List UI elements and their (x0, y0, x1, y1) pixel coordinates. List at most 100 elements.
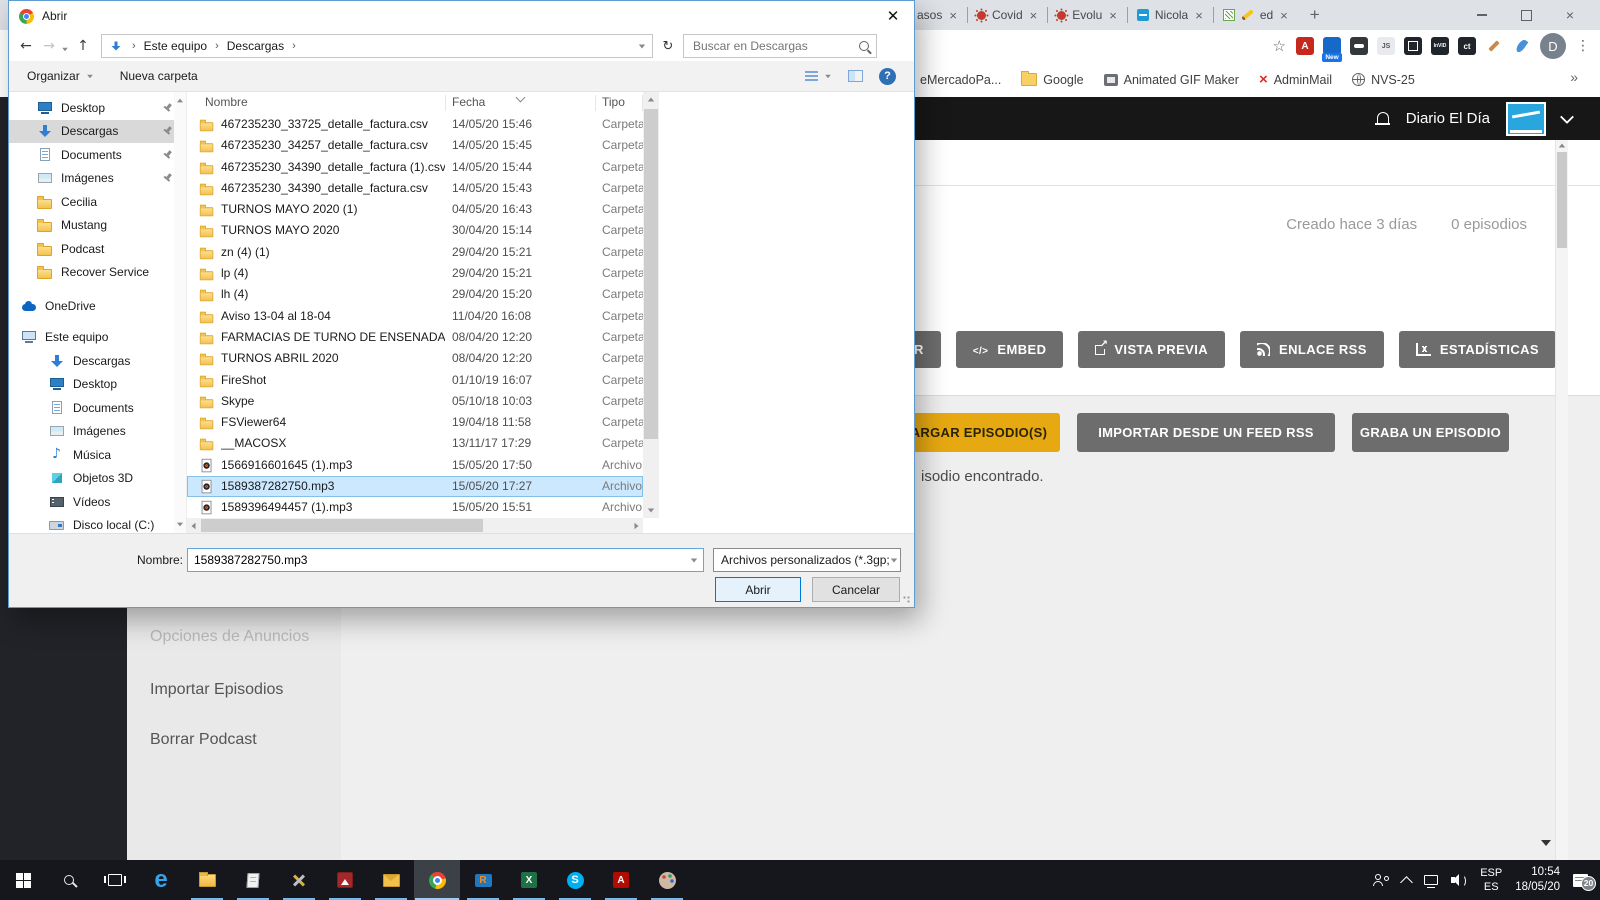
screenshot-extension-icon[interactable] (1404, 37, 1422, 55)
tab-close-icon[interactable]: × (1194, 8, 1204, 23)
refresh-icon[interactable]: ↻ (658, 39, 678, 54)
people-icon[interactable] (1372, 874, 1389, 886)
breadcrumb-current[interactable]: Descargas (227, 39, 284, 53)
chevron-down-icon[interactable] (691, 558, 697, 562)
podcast-sidebar-item-opciones-de-anuncios[interactable]: Opciones de Anuncios (150, 628, 309, 646)
filename-input[interactable] (188, 553, 690, 567)
import-rss-button[interactable]: IMPORTAR DESDE UN FEED RSS (1077, 413, 1335, 452)
file-row[interactable]: 467235230_34390_detalle_factura.csv14/05… (187, 178, 643, 199)
new-folder-button[interactable]: Nueva carpeta (120, 69, 198, 83)
file-row[interactable]: 467235230_34390_detalle_factura (1).csv1… (187, 157, 643, 178)
taskbar-search-icon[interactable] (46, 860, 92, 900)
sidebar-item-onedrive[interactable]: OneDrive (9, 294, 186, 318)
minimize-button[interactable] (1460, 0, 1504, 30)
hscrollbar-thumb[interactable] (201, 519, 483, 532)
column-separator[interactable] (445, 95, 446, 111)
tab-close-icon[interactable]: × (948, 8, 958, 23)
file-row[interactable]: TURNOS MAYO 2020 (1)04/05/20 16:43Carpet… (187, 199, 643, 220)
bookmark-nvs-25[interactable]: NVS-25 (1352, 73, 1415, 87)
browser-tab-asos[interactable]: asos× (908, 0, 967, 30)
sidebar-item-m-sica[interactable]: Música (9, 443, 186, 467)
page-scrollbar[interactable] (1555, 140, 1568, 860)
feather-extension-icon[interactable] (1512, 37, 1530, 55)
browser-tab-ed[interactable]: ed× (1214, 0, 1298, 30)
bookmark-google[interactable]: Google (1021, 73, 1083, 87)
record-episode-button[interactable]: GRABA UN EPISODIO (1352, 413, 1509, 452)
network-icon[interactable] (1424, 875, 1438, 885)
adobe-pdf-extension-icon[interactable] (1296, 37, 1314, 55)
scroll-left-icon[interactable] (192, 523, 196, 529)
js-extension-icon[interactable] (1377, 37, 1395, 55)
bookmark-emercadopa[interactable]: eMercadoPa... (920, 73, 1001, 87)
sidebar-item-recover-service[interactable]: Recover Service (9, 261, 186, 285)
search-input[interactable] (691, 38, 853, 54)
file-list-vscrollbar[interactable] (643, 92, 659, 518)
file-row[interactable]: Skype05/10/18 10:03Carpeta (187, 391, 643, 412)
scroll-down-icon[interactable] (648, 509, 654, 513)
dialog-close-button[interactable]: ✕ (882, 6, 904, 26)
taskbar-remote-desktop-icon[interactable] (460, 860, 506, 900)
resize-grip[interactable] (903, 596, 911, 604)
embed-button[interactable]: EMBED (956, 331, 1064, 368)
taskbar-file-explorer-icon[interactable] (184, 860, 230, 900)
scroll-up-icon[interactable] (177, 99, 183, 103)
views-button[interactable] (805, 71, 832, 82)
volume-icon[interactable] (1451, 874, 1467, 886)
tab-close-icon[interactable]: × (1029, 8, 1039, 23)
open-button[interactable]: Abrir (715, 577, 801, 602)
estad-sticas-button[interactable]: ESTADÍSTICAS (1399, 331, 1556, 368)
file-row[interactable]: FireShot01/10/19 16:07Carpeta (187, 370, 643, 391)
back-icon[interactable]: ← (17, 38, 35, 54)
sidebar-item-mustang[interactable]: Mustang (9, 214, 186, 238)
column-header-fecha[interactable]: Fecha (452, 95, 485, 109)
history-chevron-icon[interactable] (62, 47, 68, 51)
mask-extension-icon[interactable] (1350, 37, 1368, 55)
tab-close-icon[interactable]: × (1108, 8, 1118, 23)
file-row[interactable]: 467235230_34257_detalle_factura.csv14/05… (187, 135, 643, 156)
scroll-up-icon[interactable] (1559, 144, 1565, 148)
sidebar-item-documents[interactable]: Documents (9, 143, 186, 167)
taskbar-photo-viewer-icon[interactable] (322, 860, 368, 900)
sidebar-item-descargas[interactable]: Descargas (9, 349, 186, 373)
forward-icon[interactable]: → (40, 38, 58, 54)
sidebar-item-objetos-3d[interactable]: Objetos 3D (9, 467, 186, 491)
file-row[interactable]: lh (4)29/04/20 15:20Carpeta (187, 284, 643, 305)
bookmarks-overflow-icon[interactable]: » (1570, 69, 1578, 85)
tab-close-icon[interactable]: × (1279, 8, 1289, 23)
notifications-bell-icon[interactable] (1375, 112, 1390, 126)
cancel-button[interactable]: Cancelar (812, 577, 900, 602)
organize-button[interactable]: Organizar (27, 69, 94, 83)
taskbar-image-editor-icon[interactable] (644, 860, 690, 900)
bing-new-extension-icon[interactable] (1323, 37, 1341, 55)
file-row[interactable]: 1589396494457 (1).mp315/05/20 15:51Archi… (187, 497, 643, 518)
file-row[interactable]: 1566916601645 (1).mp315/05/20 17:50Archi… (187, 455, 643, 476)
action-center-icon[interactable]: 20 (1573, 874, 1588, 887)
gavel-extension-icon[interactable] (1485, 37, 1503, 55)
sidebar-scrollbar[interactable] (174, 92, 186, 533)
help-icon[interactable]: ? (879, 68, 896, 85)
file-list-hscrollbar[interactable] (187, 518, 643, 533)
address-breadcrumb[interactable]: › Este equipo › Descargas › (101, 34, 653, 58)
taskbar-task-view-icon[interactable] (92, 860, 138, 900)
file-row[interactable]: FARMACIAS DE TURNO DE ENSENADA...08/04/2… (187, 327, 643, 348)
browser-menu-icon[interactable]: ⋮ (1576, 38, 1590, 54)
enlace-rss-button[interactable]: ENLACE RSS (1240, 331, 1384, 368)
scroll-down-icon[interactable] (177, 523, 183, 527)
site-avatar[interactable] (1506, 102, 1546, 136)
file-row[interactable]: Aviso 13-04 al 18-0411/04/20 16:08Carpet… (187, 306, 643, 327)
sidebar-item-podcast[interactable]: Podcast (9, 237, 186, 261)
address-dropdown-icon[interactable] (639, 44, 645, 48)
scroll-right-icon[interactable] (635, 523, 639, 529)
sidebar-item-im-genes[interactable]: Imágenes (9, 420, 186, 444)
profile-avatar[interactable]: D (1540, 33, 1566, 59)
taskbar-edge-icon[interactable] (138, 860, 184, 900)
file-row[interactable]: 1589387282750.mp315/05/20 17:27Archivo (187, 476, 643, 497)
file-row[interactable]: zn (4) (1)29/04/20 15:21Carpeta (187, 242, 643, 263)
file-type-select[interactable]: Archivos personalizados (*.3gp; (713, 548, 901, 572)
taskbar-chrome-icon[interactable] (414, 860, 460, 900)
close-window-button[interactable]: × (1548, 0, 1592, 30)
chevron-down-icon[interactable] (1560, 109, 1574, 123)
taskbar-start-button[interactable] (0, 860, 46, 900)
column-header-nombre[interactable]: Nombre (205, 95, 248, 109)
column-separator[interactable] (595, 95, 596, 111)
